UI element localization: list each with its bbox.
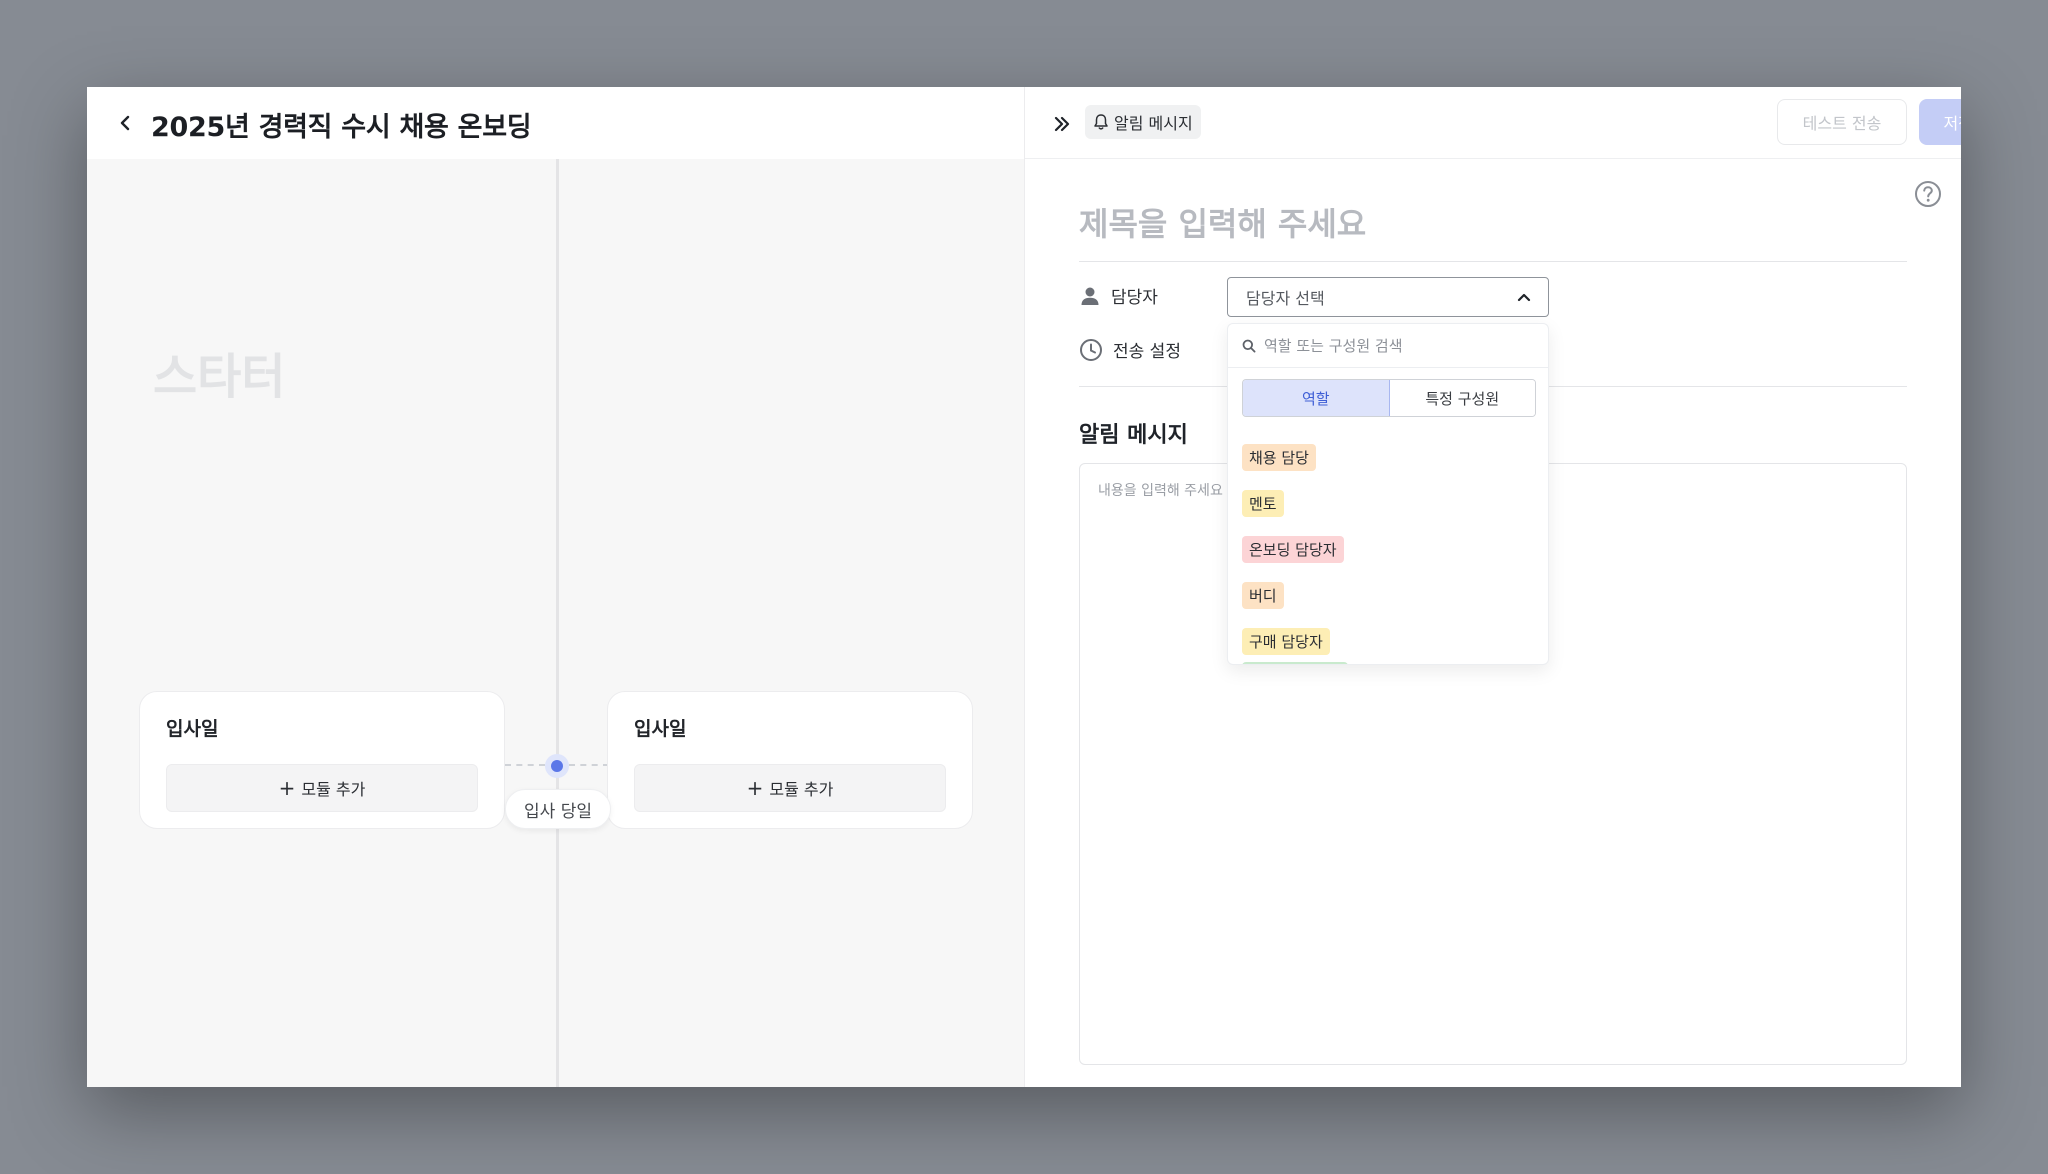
editor-header: 2025년 경력직 수시 채용 온보딩 [87,87,1024,159]
title-divider [1079,261,1907,262]
role-tag: 채용 담당 [1242,443,1316,471]
tab-role[interactable]: 역할 [1243,380,1390,416]
list-item[interactable]: 멘토 [1242,480,1536,526]
clock-icon [1080,338,1102,361]
list-item[interactable]: 버디 [1242,572,1536,618]
add-module-label: 모듈 추가 [301,780,366,799]
role-list: 채용 담당멘토온보딩 담당자버디구매 담당자 [1242,434,1536,664]
test-send-button[interactable]: 테스트 전송 [1777,99,1907,145]
person-icon [1081,287,1099,305]
page-title: 2025년 경력직 수시 채용 온보딩 [151,112,532,143]
day-label-pill: 입사 당일 [505,789,611,829]
back-button[interactable] [109,107,141,139]
role-tag: 구매 담당자 [1242,627,1330,655]
assignee-row: 담당자 [1079,283,1158,308]
list-item[interactable]: 구매 담당자 [1242,618,1536,664]
save-button[interactable]: 저장하기 [1919,99,1961,145]
starter-label: 스타터 [153,349,286,405]
title-input[interactable] [1079,195,1907,253]
message-settings-panel: 알림 메시지 테스트 전송 저장하기 담당자 전송 설정 [1024,87,1961,1087]
dropdown-search-input[interactable] [1264,336,1534,355]
dropdown-search [1228,324,1548,368]
search-icon [1242,339,1256,352]
message-type-label: 알림 메시지 [1114,114,1193,133]
list-item-partial [1242,662,1348,664]
send-setting-row: 전송 설정 [1079,337,1181,362]
dropdown-tabs: 역할 특정 구성원 [1242,379,1536,417]
stage-card-title: 입사일 [634,718,687,740]
bell-icon [1094,114,1108,130]
add-module-button[interactable]: + 모듈 추가 [634,764,946,812]
app-window: 2025년 경력직 수시 채용 온보딩 스타터 입사일 + 모듈 추가 입사일 … [87,87,1961,1087]
timeline-divider [556,159,559,1087]
role-tag: 버디 [1242,581,1284,609]
assignee-dropdown: 역할 특정 구성원 채용 담당멘토온보딩 담당자버디구매 담당자 [1227,323,1549,665]
plus-icon: + [746,776,764,800]
panel-header: 알림 메시지 테스트 전송 저장하기 [1025,87,1961,159]
collapse-panel-button[interactable] [1047,109,1077,139]
message-section-title: 알림 메시지 [1079,423,1188,448]
stage-card-title: 입사일 [166,718,219,740]
list-item[interactable]: 채용 담당 [1242,434,1536,480]
assignee-select-value: 담당자 선택 [1246,289,1325,308]
timeline-node[interactable] [545,754,569,778]
connector-line-left [505,764,545,766]
tab-specific-member[interactable]: 특정 구성원 [1389,380,1535,416]
assignee-label: 담당자 [1111,288,1158,308]
stage-card: 입사일 + 모듈 추가 [607,691,973,829]
list-item[interactable]: 온보딩 담당자 [1242,526,1536,572]
message-type-chip: 알림 메시지 [1085,105,1201,139]
add-module-label: 모듈 추가 [769,780,834,799]
plus-icon: + [278,776,296,800]
role-tag: 온보딩 담당자 [1242,535,1344,563]
send-setting-label: 전송 설정 [1113,342,1181,362]
assignee-select[interactable]: 담당자 선택 [1227,277,1549,317]
role-tag: 멘토 [1242,489,1284,517]
journey-canvas: 스타터 입사일 + 모듈 추가 입사일 + 모듈 추가 입사 당일 [87,159,1024,1087]
chevron-up-icon [1517,293,1531,302]
journey-editor-pane: 2025년 경력직 수시 채용 온보딩 스타터 입사일 + 모듈 추가 입사일 … [87,87,1024,1087]
double-chevron-right-icon [1054,116,1070,132]
stage-card: 입사일 + 모듈 추가 [139,691,505,829]
add-module-button[interactable]: + 모듈 추가 [166,764,478,812]
help-icon[interactable] [1913,179,1943,209]
timeline-node-dot [551,760,563,772]
connector-line-right [569,764,609,766]
chevron-left-icon [120,115,130,131]
